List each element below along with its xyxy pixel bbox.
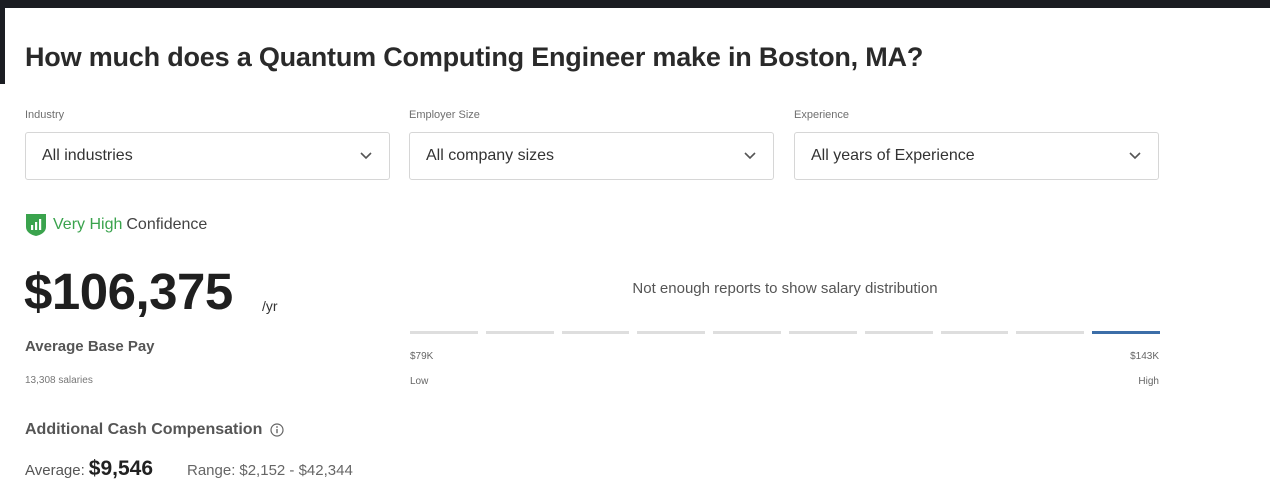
industry-filter-label: Industry — [25, 109, 65, 121]
employer-size-select-value: All company sizes — [426, 147, 555, 164]
cash-range-label: Range: — [187, 462, 236, 479]
distribution-bucket — [410, 331, 478, 334]
distribution-message: Not enough reports to show salary distri… — [632, 280, 938, 297]
info-icon[interactable] — [270, 423, 284, 437]
salary-report-count: 13,308 salaries — [25, 375, 93, 386]
range-high-value: $143K — [1130, 351, 1159, 362]
cash-average-label: Average: — [25, 462, 85, 479]
confidence-level: Very High — [53, 216, 123, 233]
chevron-down-icon — [743, 149, 757, 163]
distribution-bucket — [485, 331, 554, 334]
distribution-bucket — [789, 331, 857, 334]
page-title: How much does a Quantum Computing Engine… — [25, 42, 924, 72]
salary-distribution-bars — [410, 331, 1160, 335]
distribution-bucket — [561, 331, 630, 334]
confidence-suffix: Confidence — [126, 216, 208, 233]
employer-size-filter: Employer Size All company sizes — [409, 106, 774, 180]
distribution-bucket — [940, 331, 1009, 334]
range-low-label: Low — [410, 376, 429, 387]
distribution-bucket — [1016, 331, 1085, 334]
average-base-pay-label: Average Base Pay — [25, 338, 155, 355]
distribution-bucket — [1092, 331, 1160, 334]
confidence-indicator: Very High Confidence — [25, 213, 207, 237]
cash-range-value: $2,152 - $42,344 — [239, 462, 353, 479]
industry-select-value: All industries — [42, 147, 133, 164]
distribution-bucket — [637, 331, 706, 334]
shield-signal-icon — [25, 213, 47, 237]
chevron-down-icon — [359, 149, 373, 163]
distribution-bucket — [713, 331, 781, 334]
cash-average-value: $9,546 — [88, 457, 153, 480]
range-low-value: $79K — [410, 351, 434, 362]
pay-unit: /yr — [262, 298, 278, 314]
average-base-pay-amount: $106,375 — [24, 263, 233, 320]
experience-select[interactable]: All years of Experience — [794, 132, 1159, 180]
salary-page: How much does a Quantum Computing Engine… — [0, 0, 1270, 504]
additional-cash-title-text: Additional Cash Compensation — [25, 421, 263, 438]
additional-cash-title: Additional Cash Compensation — [25, 421, 284, 439]
experience-filter: Experience All years of Experience — [794, 106, 1159, 180]
experience-select-value: All years of Experience — [811, 147, 975, 164]
experience-filter-label: Experience — [794, 109, 850, 121]
industry-select[interactable]: All industries — [25, 132, 390, 180]
range-high-label: High — [1138, 376, 1159, 387]
additional-cash-row: Average: $9,546 Range: $2,152 - $42,344 — [25, 457, 353, 481]
industry-filter: Industry All industries — [25, 106, 390, 180]
employer-size-filter-label: Employer Size — [409, 109, 480, 121]
chevron-down-icon — [1128, 149, 1142, 163]
distribution-bucket — [864, 331, 933, 334]
employer-size-select[interactable]: All company sizes — [409, 132, 774, 180]
